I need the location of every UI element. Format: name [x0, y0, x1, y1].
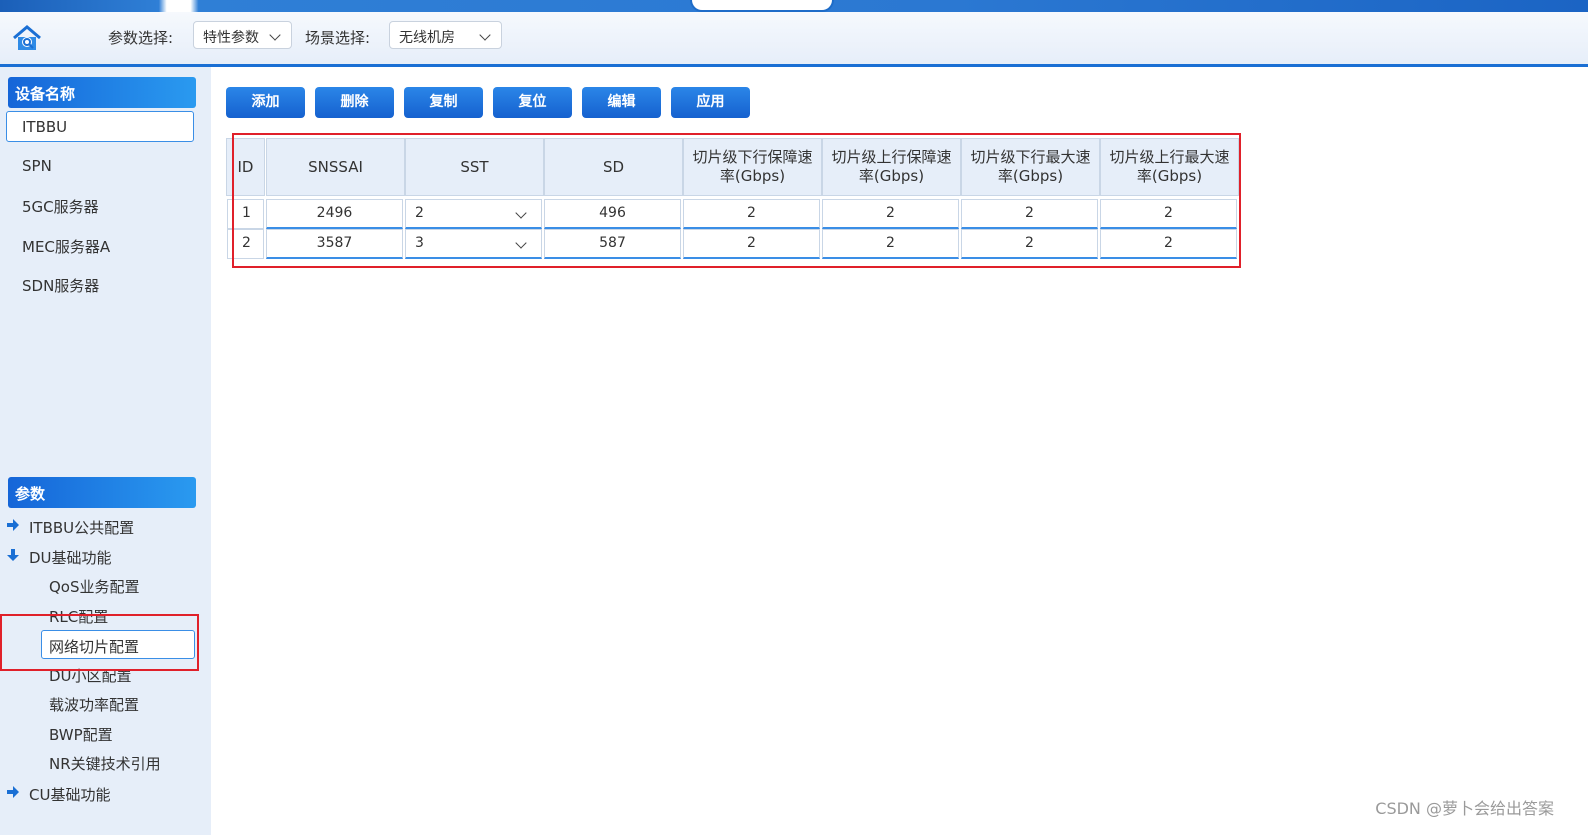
device-list-title: 设备名称	[8, 77, 196, 108]
tree-leaf-qos[interactable]: QoS业务配置	[41, 571, 195, 600]
top-tab-notch	[690, 0, 834, 12]
chevron-down-icon	[479, 29, 491, 41]
scene-select-value: 无线机房	[399, 30, 455, 46]
highlight-box-sidebar	[0, 614, 199, 671]
tree-leaf-carrier-power[interactable]: 载波功率配置	[41, 689, 195, 718]
edit-button[interactable]: 编辑	[582, 87, 661, 118]
highlight-box-table	[232, 133, 1241, 268]
watermark: CSDN @萝卜会给出答案	[1375, 799, 1554, 818]
tree-leaf-bwp[interactable]: BWP配置	[41, 719, 195, 748]
scene-select-label: 场景选择:	[305, 29, 371, 47]
param-select[interactable]: 特性参数	[193, 21, 292, 49]
tree-leaf-nr-key-tech[interactable]: NR关键技术引用	[41, 748, 195, 777]
arrow-right-icon[interactable]	[7, 786, 19, 798]
device-item-5gc[interactable]: 5GC服务器	[6, 190, 194, 221]
tree-item-itbbu-public[interactable]: ITBBU公共配置	[29, 517, 134, 538]
param-select-label: 参数选择:	[108, 29, 174, 47]
device-item-itbbu[interactable]: ITBBU	[6, 111, 194, 142]
sidebar: 设备名称 ITBBU SPN 5GC服务器 MEC服务器A SDN服务器 参数 …	[0, 67, 211, 835]
scene-select[interactable]: 无线机房	[389, 21, 502, 49]
delete-button[interactable]: 删除	[315, 87, 394, 118]
tree-item-cu-basic[interactable]: CU基础功能	[29, 784, 110, 805]
chevron-down-icon	[269, 29, 281, 41]
copy-button[interactable]: 复制	[404, 87, 483, 118]
device-item-mec[interactable]: MEC服务器A	[6, 230, 194, 261]
reset-button[interactable]: 复位	[493, 87, 572, 118]
device-item-spn[interactable]: SPN	[6, 151, 194, 182]
arrow-right-icon[interactable]	[7, 519, 19, 531]
params-title: 参数	[8, 477, 196, 508]
arrow-down-icon[interactable]	[7, 549, 19, 561]
tree-item-du-basic[interactable]: DU基础功能	[29, 547, 112, 568]
device-item-sdn[interactable]: SDN服务器	[6, 269, 194, 300]
apply-button[interactable]: 应用	[671, 87, 750, 118]
param-select-value: 特性参数	[203, 30, 259, 46]
header-bar: 参数选择: 特性参数 场景选择: 无线机房	[0, 12, 1588, 67]
home-logo-icon[interactable]	[12, 24, 42, 52]
add-button[interactable]: 添加	[226, 87, 305, 118]
